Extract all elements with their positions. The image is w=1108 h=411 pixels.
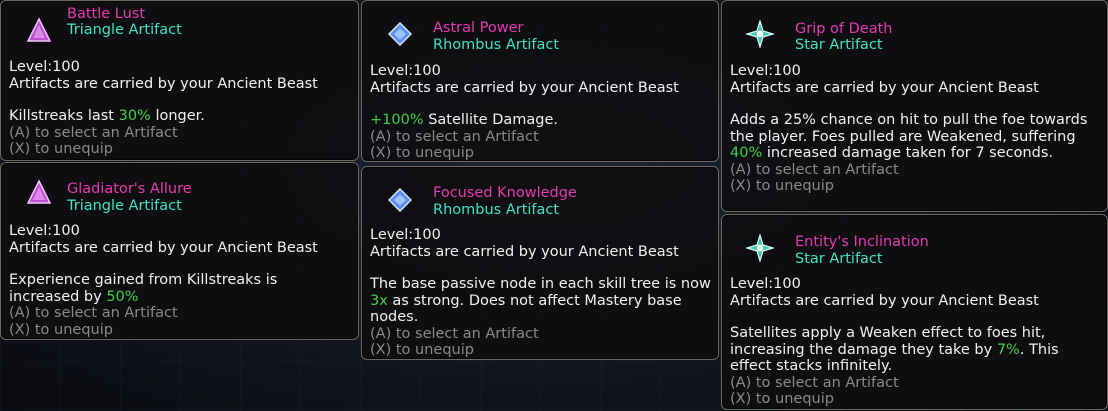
carried-text: Artifacts are carried by your Ancient Be… [730,292,1039,309]
artifact-description: Experience gained from Killstreaks is in… [9,272,278,305]
unequip-hint[interactable]: (X) to unequip [9,322,350,339]
level-text: Level:100 [9,223,80,239]
artifact-type: Triangle Artifact [67,198,182,214]
highlight-value: 7% [996,341,1020,358]
rhombus-gem-icon [385,185,415,215]
carried-text: Artifacts are carried by your Ancient Be… [370,243,679,260]
artifact-tooltip-entitys-inclination: Entity's Inclination Star Artifact Level… [721,214,1108,410]
highlight-value: +100% [370,112,424,128]
artifact-type: Triangle Artifact [67,22,182,38]
rhombus-gem-icon [385,19,415,49]
artifact-type: Star Artifact [795,251,883,267]
level-text: Level:100 [9,59,80,75]
unequip-hint[interactable]: (X) to unequip [370,342,710,359]
unequip-hint[interactable]: (X) to unequip [730,391,1099,408]
artifact-tooltip-astral-power: Astral Power Rhombus Artifact Level:100 … [361,0,719,162]
unequip-hint[interactable]: (X) to unequip [370,145,710,162]
artifact-tooltip-gladiators-allure: Gladiator's Allure Triangle Artifact Lev… [0,162,359,340]
select-artifact-hint[interactable]: (A) to select an Artifact [730,162,1099,179]
artifact-description: +100% Satellite Damage. [370,112,559,128]
triangle-gem-icon [24,15,54,45]
carried-text: Artifacts are carried by your Ancient Be… [9,75,318,92]
artifact-description: Satellites apply a Weaken effect to foes… [730,325,1059,374]
highlight-value: 3x [370,292,388,309]
artifact-name: Battle Lust [67,6,146,22]
level-text: Level:100 [730,276,801,292]
unequip-hint[interactable]: (X) to unequip [9,141,350,158]
artifact-type: Rhombus Artifact [433,37,560,53]
artifact-description: The base passive node in each skill tree… [370,276,711,325]
triangle-gem-icon [24,177,54,207]
artifact-name: Focused Knowledge [433,185,577,201]
carried-text: Artifacts are carried by your Ancient Be… [370,79,679,96]
artifact-tooltip-grip-of-death: Grip of Death Star Artifact Level:100 Ar… [721,0,1108,212]
highlight-value: 40% [730,145,763,161]
unequip-hint[interactable]: (X) to unequip [730,178,1099,195]
artifact-description: Killstreaks last 30% longer. [9,108,205,124]
artifact-name: Gladiator's Allure [67,181,192,197]
carried-text: Artifacts are carried by your Ancient Be… [9,239,318,256]
artifact-name: Grip of Death [795,21,893,37]
select-artifact-hint[interactable]: (A) to select an Artifact [370,326,710,343]
star-gem-icon [745,233,775,263]
star-gem-icon [745,19,775,49]
carried-text: Artifacts are carried by your Ancient Be… [730,79,1039,96]
artifact-type: Rhombus Artifact [433,202,560,218]
artifact-type: Star Artifact [795,37,883,53]
artifact-name: Entity's Inclination [795,234,929,250]
select-artifact-hint[interactable]: (A) to select an Artifact [9,125,350,142]
highlight-value: 30% [118,108,151,124]
select-artifact-hint[interactable]: (A) to select an Artifact [730,375,1099,392]
artifact-tooltip-battle-lust: Battle Lust Triangle Artifact Level:100 … [0,0,359,161]
highlight-value: 50% [106,288,139,305]
artifact-name: Astral Power [433,20,524,36]
artifact-tooltip-focused-knowledge: Focused Knowledge Rhombus Artifact Level… [361,166,719,360]
level-text: Level:100 [730,63,801,79]
select-artifact-hint[interactable]: (A) to select an Artifact [370,129,710,146]
select-artifact-hint[interactable]: (A) to select an Artifact [9,305,350,322]
level-text: Level:100 [370,227,441,243]
artifact-description: Adds a 25% chance on hit to pull the foe… [730,112,1088,161]
level-text: Level:100 [370,63,441,79]
